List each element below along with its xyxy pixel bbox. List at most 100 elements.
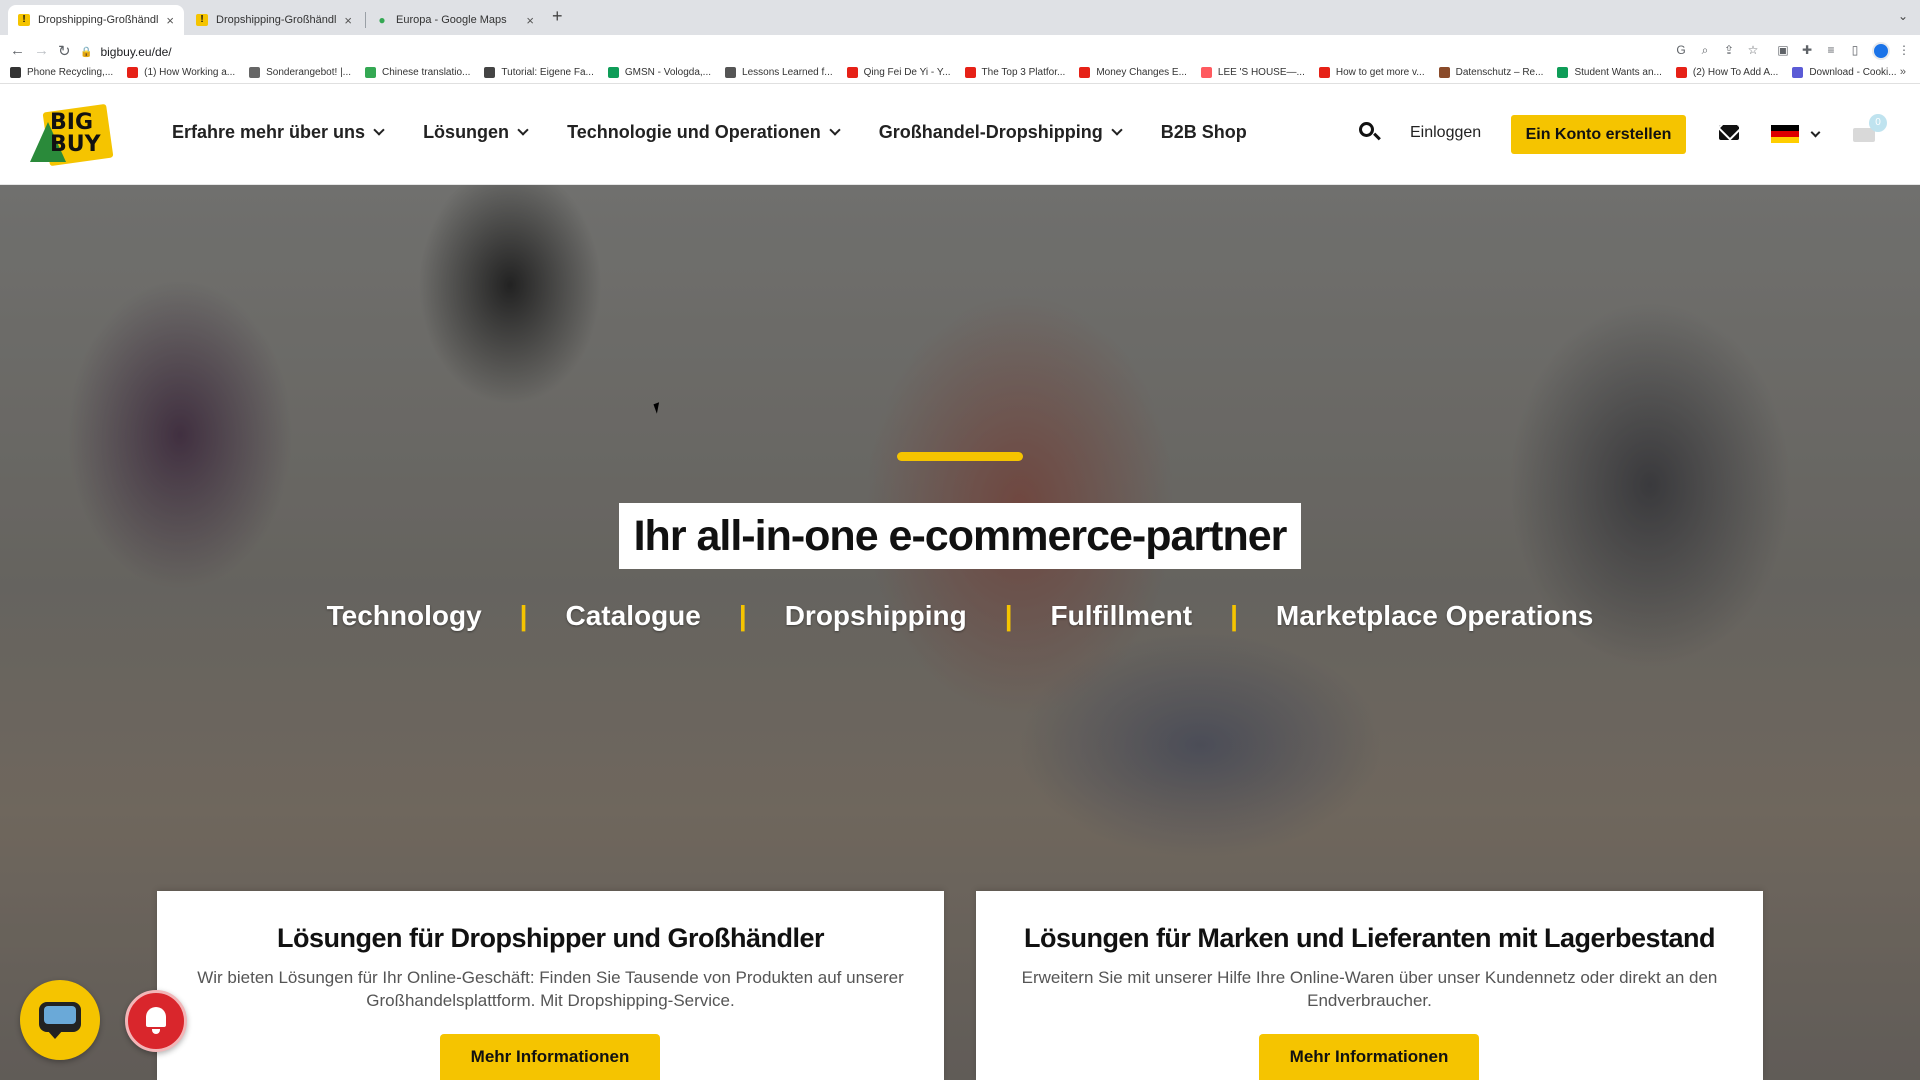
bookmark-item[interactable]: Tutorial: Eigene Fa... [484, 67, 594, 78]
bookmark-item[interactable]: How to get more v... [1318, 67, 1425, 78]
new-tab-icon[interactable]: + [552, 6, 563, 27]
hero-separator: | [1004, 600, 1013, 631]
logo-text: BIG BUY [50, 110, 101, 157]
bookmark-item[interactable]: Student Wants an... [1557, 67, 1662, 78]
bookmark-item[interactable]: LEE 'S HOUSE—... [1200, 67, 1305, 78]
google-icon[interactable]: G [1673, 43, 1689, 57]
bookmark-item[interactable]: Phone Recycling,... [10, 67, 113, 78]
chevron-down-icon [829, 124, 841, 136]
bookmark-label: Sonderangebot! |... [266, 67, 352, 78]
create-account-button[interactable]: Ein Konto erstellen [1511, 115, 1686, 154]
browser-tab[interactable]: ! Dropshipping-Großhändler | Bi × [186, 5, 362, 35]
bookmark-label: GMSN - Vologda,... [624, 67, 712, 78]
nav-item-about[interactable]: Erfahre mehr über uns [172, 122, 385, 143]
search-icon-handle [1373, 132, 1381, 141]
tab-title: Europa - Google Maps [396, 14, 507, 26]
chevron-down-icon[interactable] [1810, 127, 1821, 138]
bookmark-item[interactable]: (1) How Working a... [127, 67, 235, 78]
bookmark-item[interactable]: (2) How To Add A... [1675, 67, 1778, 78]
nav-item-wholesale[interactable]: Großhandel-Dropshipping [879, 122, 1123, 143]
zoom-icon[interactable]: ⌕ [1697, 43, 1713, 58]
close-tab-icon[interactable]: × [344, 13, 352, 28]
lock-icon: 🔒 [80, 46, 93, 58]
notification-bell-button[interactable] [125, 990, 187, 1052]
bookmark-favicon-icon [127, 67, 139, 78]
bookmark-item[interactable]: Sonderangebot! |... [249, 67, 351, 78]
more-info-button[interactable]: Mehr Informationen [1259, 1034, 1479, 1080]
nav-item-technology[interactable]: Technologie und Operationen [567, 122, 841, 143]
tab-title: Dropshipping-Großhändler. Bi [38, 14, 159, 26]
bookmark-item[interactable]: The Top 3 Platfor... [964, 67, 1066, 78]
hero-separator: | [519, 600, 528, 631]
tab-search-chevron-icon[interactable]: ⌄ [1898, 9, 1908, 23]
bookmarks-overflow-icon[interactable]: » [1900, 66, 1906, 78]
chevron-down-icon [1111, 124, 1123, 136]
bookmark-favicon-icon [249, 67, 261, 78]
hero-separator: | [1230, 600, 1238, 631]
chat-widget-button[interactable] [20, 980, 100, 1060]
bookmark-item[interactable]: Datenschutz – Re... [1438, 67, 1544, 78]
bookmark-item[interactable]: Lessons Learned f... [725, 67, 833, 78]
login-link[interactable]: Einloggen [1410, 124, 1481, 142]
hero-service-list: Technology | Catalogue | Dropshipping | … [0, 600, 1920, 632]
bookmarks-bar: Phone Recycling,... (1) How Working a... S… [0, 62, 1920, 84]
puzzle-extensions-icon[interactable]: ✚ [1799, 43, 1815, 57]
bigbuy-logo[interactable]: BIG BUY [30, 103, 114, 167]
close-tab-icon[interactable]: × [526, 13, 534, 28]
bookmark-label: Student Wants an... [1574, 67, 1662, 78]
browser-menu-icon[interactable]: ⋮ [1896, 43, 1912, 57]
bookmark-label: Datenschutz – Re... [1455, 67, 1544, 78]
browser-tab-strip: ! Dropshipping-Großhändler. Bi × ! Drops… [0, 0, 1920, 35]
maps-pin-icon: ● [378, 13, 386, 27]
bookmark-favicon-icon [725, 67, 737, 78]
browser-tab[interactable]: ● Europa - Google Maps × [366, 5, 544, 35]
nav-item-solutions[interactable]: Lösungen [423, 122, 529, 143]
extension-icon[interactable]: ▣ [1775, 43, 1791, 57]
hero-title: Ihr all-in-one e-commerce-partner [619, 503, 1301, 569]
bigbuy-favicon: ! [18, 14, 30, 26]
bigbuy-favicon: ! [196, 14, 208, 26]
bookmark-favicon-icon [1675, 67, 1687, 78]
bookmark-favicon-icon [607, 67, 619, 78]
bookmark-star-icon[interactable]: ☆ [1745, 43, 1761, 57]
bookmark-item[interactable]: Money Changes E... [1079, 67, 1187, 78]
more-info-button[interactable]: Mehr Informationen [440, 1034, 660, 1080]
bookmark-label: (1) How Working a... [144, 67, 236, 78]
side-panel-icon[interactable]: ▯ [1847, 43, 1863, 57]
reload-icon[interactable]: ↻ [58, 42, 71, 60]
card-brands-suppliers: Lösungen für Marken und Lieferanten mit … [976, 891, 1763, 1080]
profile-avatar[interactable] [1872, 42, 1890, 60]
forward-arrow-icon[interactable]: → [34, 42, 49, 59]
site-header: BIG BUY Erfahre mehr über uns Lösungen T… [0, 84, 1920, 185]
share-icon[interactable]: ⇪ [1721, 43, 1737, 57]
bookmark-label: Chinese translatio... [382, 67, 471, 78]
chevron-down-icon [517, 124, 529, 136]
bookmark-favicon-icon [1200, 67, 1212, 78]
tab-title: Dropshipping-Großhändler | Bi [216, 14, 337, 26]
bookmark-favicon-icon [484, 67, 496, 78]
hero-item-dropshipping: Dropshipping [784, 600, 967, 631]
search-icon-ring [1359, 122, 1374, 137]
bookmark-favicon-icon [1792, 67, 1804, 78]
search-icon[interactable] [1359, 122, 1381, 144]
browser-tab-active[interactable]: ! Dropshipping-Großhändler. Bi × [8, 5, 184, 35]
card-title: Lösungen für Marken und Lieferanten mit … [1023, 923, 1716, 953]
bookmark-item[interactable]: GMSN - Vologda,... [607, 67, 712, 78]
close-tab-icon[interactable]: × [166, 13, 174, 28]
card-text: Wir bieten Lösungen für Ihr Online-Gesch… [197, 968, 904, 1010]
bookmark-label: Qing Fei De Yi - Y... [863, 67, 951, 78]
mail-icon[interactable] [1719, 125, 1739, 140]
reading-list-icon[interactable]: ≡ [1823, 43, 1839, 57]
bookmark-label: The Top 3 Platfor... [981, 67, 1066, 78]
de-flag-icon[interactable] [1771, 125, 1799, 143]
bookmark-item[interactable]: Chinese translatio... [365, 67, 470, 78]
back-arrow-icon[interactable]: ← [10, 42, 25, 59]
bookmark-favicon-icon [365, 67, 377, 78]
card-text: Erweitern Sie mit unserer Hilfe Ihre Onl… [1021, 968, 1718, 1010]
bookmark-label: Lessons Learned f... [742, 67, 833, 78]
bookmark-item[interactable]: Download - Cooki... [1792, 67, 1897, 78]
cart-icon[interactable]: 0 [1853, 114, 1887, 148]
bookmark-label: How to get more v... [1335, 67, 1425, 78]
bookmark-item[interactable]: Qing Fei De Yi - Y... [846, 67, 951, 78]
nav-item-b2b-shop[interactable]: B2B Shop [1161, 122, 1247, 143]
